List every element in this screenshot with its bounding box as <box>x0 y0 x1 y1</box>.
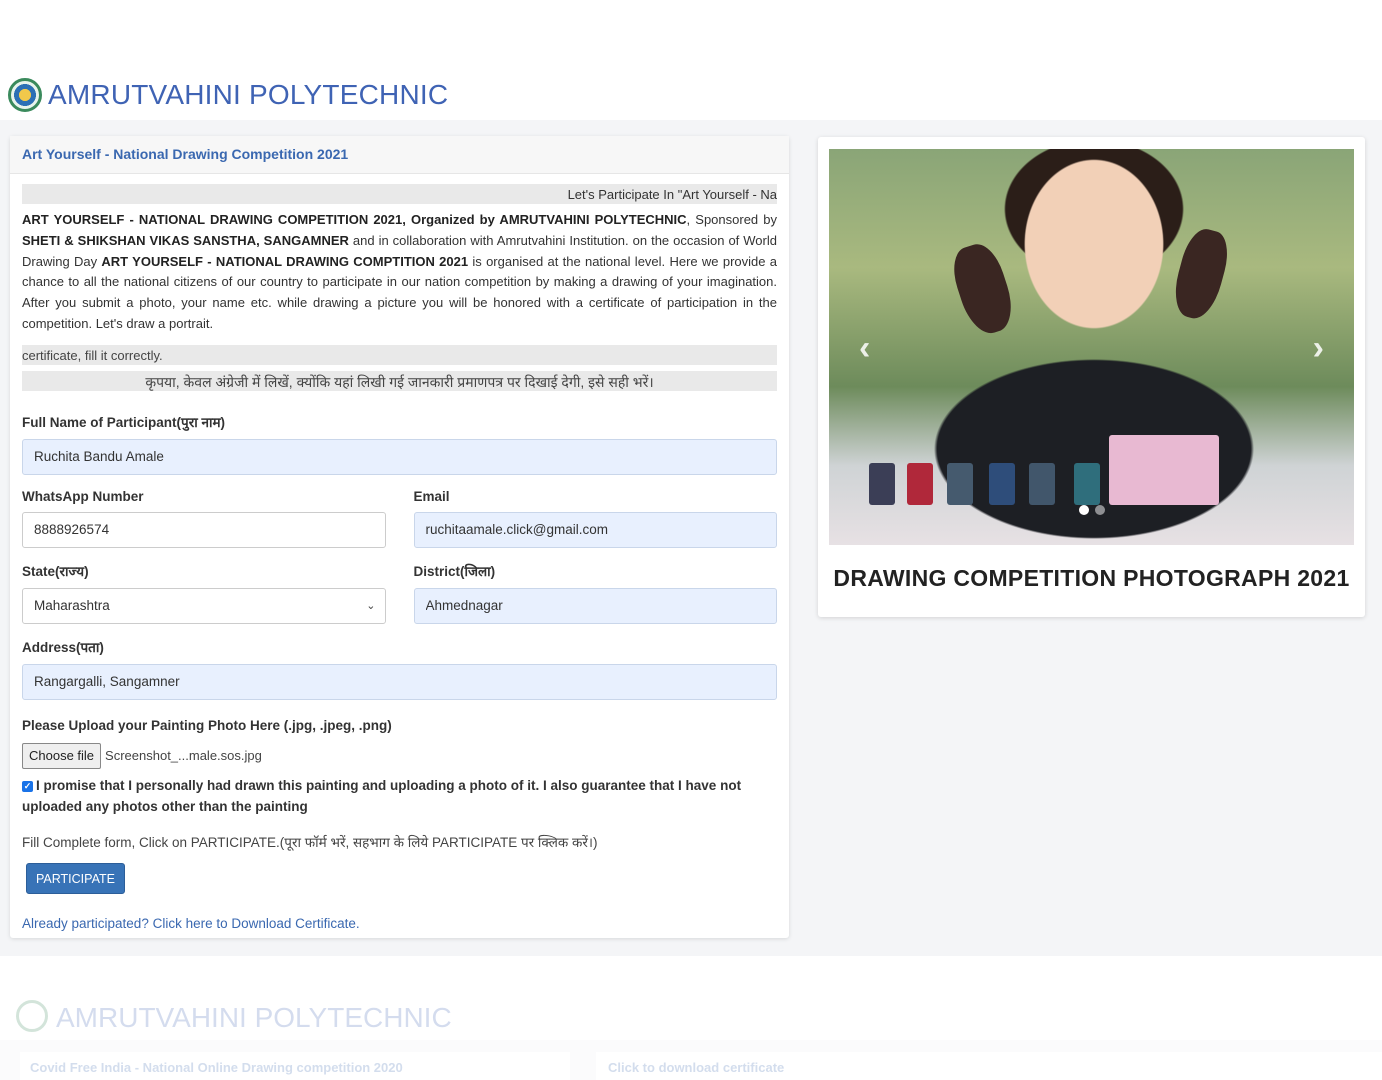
fill-instructions: Fill Complete form, Click on PARTICIPATE… <box>22 834 598 850</box>
hindi-note: कृपया, केवल अंग्रेजी में लिखें, क्योंकि … <box>22 370 777 391</box>
paint-cup <box>1074 463 1100 505</box>
scrolling-marquee: Let's Participate In "Art Yourself - Na <box>22 184 777 204</box>
college-logo-icon[interactable] <box>8 78 42 112</box>
carousel-next-icon[interactable]: › <box>1313 329 1324 368</box>
promise-text: I promise that I personally had drawn th… <box>22 777 742 814</box>
photo-caption: DRAWING COMPETITION PHOTOGRAPH 2021 <box>833 565 1350 591</box>
paint-cup <box>907 463 933 505</box>
choose-file-button[interactable]: Choose file <box>22 742 102 769</box>
carousel-dot[interactable] <box>1079 505 1089 515</box>
whatsapp-label: WhatsApp Number <box>22 488 144 504</box>
paint-cup <box>947 463 973 505</box>
intro-bold-1: ART YOURSELF - NATIONAL DRAWING COMPETIT… <box>22 212 687 227</box>
district-label: District(जिला) <box>413 563 496 579</box>
brand-title[interactable]: AMRUTVAHINI POLYTECHNIC <box>48 79 448 111</box>
intro-bold-3: ART YOURSELF - NATIONAL DRAWING COMPTITI… <box>101 253 469 269</box>
download-certificate-link[interactable]: Already participated? Click here to Down… <box>22 916 777 931</box>
photo-carousel-card: ‹ › DRAWING COMPETITION PHOTOGRAPH 2021 <box>818 137 1365 617</box>
paint-cup <box>869 463 895 505</box>
paint-cup <box>1029 463 1055 505</box>
full-name-input[interactable] <box>22 438 777 475</box>
pencil-holder <box>1109 435 1219 505</box>
state-label: State(राज्य) <box>22 563 89 579</box>
intro-text-1: , Sponsored by <box>686 212 777 227</box>
whatsapp-input[interactable] <box>22 511 386 548</box>
email-input[interactable] <box>413 511 777 548</box>
ghost-card-title: Covid Free India - National Online Drawi… <box>20 1052 570 1080</box>
promise-checkbox[interactable]: ✓ <box>22 780 33 792</box>
carousel-indicators <box>1079 505 1105 515</box>
address-input[interactable] <box>22 663 777 700</box>
paint-cup <box>989 463 1015 505</box>
file-upload-row: Choose file Screenshot_...male.sos.jpg <box>22 742 777 769</box>
upload-label: Please Upload your Painting Photo Here (… <box>22 717 392 733</box>
competition-photo: ‹ › <box>829 149 1354 545</box>
promise-statement: ✓ I promise that I personally had drawn t… <box>22 775 777 817</box>
intro-bold-2: SHETI & SHIKSHAN VIKAS SANSTHA, SANGAMNE… <box>22 232 349 248</box>
full-name-label: Full Name of Participant(पुरा नाम) <box>22 414 226 430</box>
address-label: Address(पता) <box>22 639 104 655</box>
ghost-card-title-right: Click to download certificate <box>596 1052 1382 1080</box>
site-header: AMRUTVAHINI POLYTECHNIC <box>0 70 1382 120</box>
participate-button[interactable]: PARTICIPATE <box>26 862 125 894</box>
state-select-value[interactable]: Maharashtra <box>22 587 386 624</box>
carousel-dot[interactable] <box>1095 505 1105 515</box>
carousel-prev-icon[interactable]: ‹ <box>859 329 870 368</box>
email-label: Email <box>413 488 450 504</box>
painted-hand-left <box>946 238 1020 340</box>
state-select[interactable]: Maharashtra ⌄ <box>22 587 386 624</box>
selected-filename: Screenshot_...male.sos.jpg <box>105 748 262 764</box>
ghost-brand: AMRUTVAHINI POLYTECHNIC <box>56 1002 452 1033</box>
certificate-note: certificate, fill it correctly. <box>22 344 777 365</box>
chevron-down-icon[interactable]: ⌄ <box>366 599 375 612</box>
painted-hand-right <box>1168 224 1234 324</box>
district-input[interactable] <box>413 587 777 624</box>
faded-duplicate-section: AMRUTVAHINI POLYTECHNIC Covid Free India… <box>0 990 1382 1080</box>
intro-paragraph: ART YOURSELF - NATIONAL DRAWING COMPETIT… <box>22 210 777 335</box>
college-logo-icon <box>16 1000 48 1032</box>
registration-form-card: Art Yourself - National Drawing Competit… <box>10 136 789 938</box>
form-card-title: Art Yourself - National Drawing Competit… <box>10 136 789 174</box>
